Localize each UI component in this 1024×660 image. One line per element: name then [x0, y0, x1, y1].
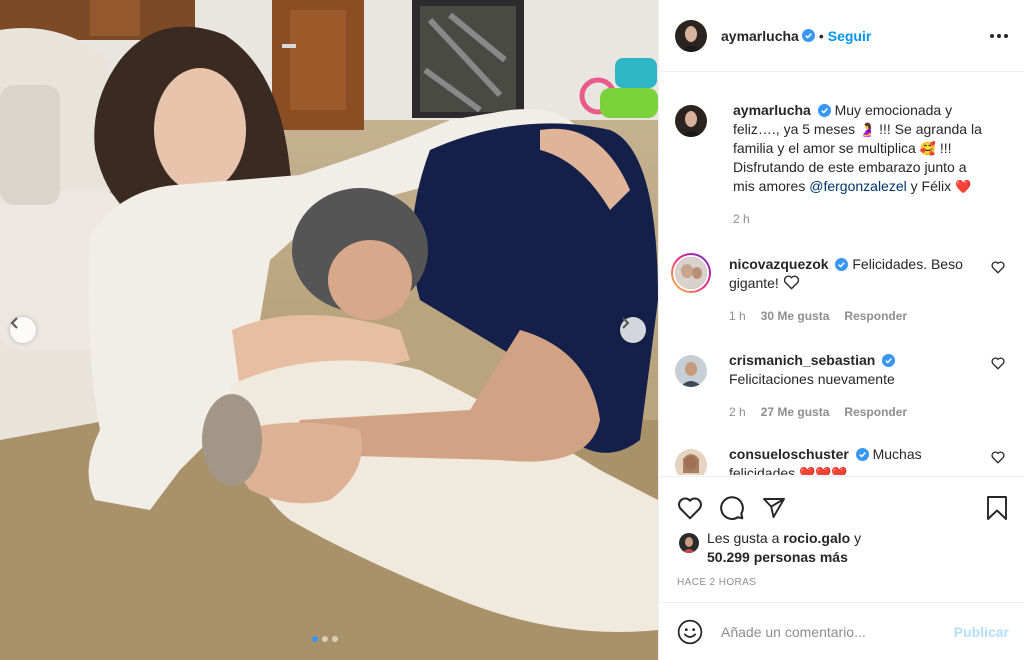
- comment-username[interactable]: consueloschuster: [729, 446, 849, 462]
- publish-button[interactable]: Publicar: [954, 624, 1009, 640]
- comment-like-count[interactable]: 30 Me gusta: [761, 307, 830, 326]
- comment-icon[interactable]: [719, 495, 745, 521]
- commenter-avatar[interactable]: [675, 449, 707, 475]
- pregnant-emoji: 🤰: [859, 122, 876, 137]
- likes-count-link[interactable]: 50.299 personas más: [707, 549, 848, 565]
- caption-username[interactable]: aymarlucha: [733, 102, 811, 118]
- carousel-dot: [312, 636, 318, 642]
- mention-link[interactable]: @fergonzalezel: [809, 178, 907, 194]
- post-actions: Les gusta a rocio.galo y 50.299 personas…: [659, 476, 1024, 602]
- carousel-next-button[interactable]: [620, 317, 646, 343]
- separator-dot: •: [818, 27, 824, 44]
- bookmark-icon[interactable]: [985, 495, 1009, 521]
- author-avatar[interactable]: [675, 19, 707, 52]
- comment-time[interactable]: 1 h: [729, 307, 746, 326]
- reply-button[interactable]: Responder: [844, 403, 907, 422]
- carousel-prev-button[interactable]: [10, 317, 36, 343]
- heart-outline-icon: [783, 275, 799, 290]
- comment-item: consueloschuster Muchas felicidades ❤️❤️…: [675, 445, 1005, 475]
- likes-prefix: Les gusta a: [707, 530, 780, 546]
- like-comment-icon[interactable]: [991, 357, 1005, 370]
- red-heart-emoji: ❤️: [954, 179, 972, 194]
- comment-text: Felicitaciones nuevamente: [729, 371, 895, 387]
- share-icon[interactable]: [761, 496, 787, 520]
- avatar-image: [675, 105, 707, 137]
- like-comment-icon[interactable]: [991, 261, 1005, 274]
- commenter-avatar[interactable]: [675, 355, 707, 387]
- post-caption: aymarlucha Muy emocionada y feliz…., ya …: [675, 101, 1005, 229]
- avatar-image: [675, 355, 707, 387]
- comments-list[interactable]: aymarlucha Muy emocionada y feliz…., ya …: [659, 79, 1024, 475]
- avatar-image: [675, 19, 707, 52]
- comment-username[interactable]: nicovazquezok: [729, 256, 829, 272]
- avatar-image: [675, 449, 707, 475]
- heart-icon[interactable]: [677, 496, 703, 520]
- chevron-right-icon: [622, 317, 630, 329]
- comment-meta: 1 h 30 Me gusta Responder: [729, 307, 979, 326]
- verified-icon: [801, 29, 815, 42]
- like-comment-icon[interactable]: [991, 451, 1005, 464]
- likes-conj: y: [854, 530, 862, 546]
- comment-like-count[interactable]: 27 Me gusta: [761, 403, 830, 422]
- likes-summary: Les gusta a rocio.galo y 50.299 personas…: [659, 525, 1024, 567]
- smiling-hearts-emoji: 🥰: [919, 141, 936, 156]
- avatar-image: [679, 533, 699, 553]
- action-bar: [659, 477, 1024, 525]
- chevron-left-icon: [10, 317, 18, 329]
- follow-button[interactable]: Seguir: [828, 28, 872, 44]
- comment-username[interactable]: crismanich_sebastian: [729, 352, 875, 368]
- avatar-image: [675, 257, 707, 289]
- emoji-icon[interactable]: [677, 619, 703, 645]
- instagram-post: aymarlucha • Seguir aymarlucha Muy emoci…: [0, 0, 1024, 660]
- carousel-indicator: [312, 636, 338, 642]
- author-avatar[interactable]: [675, 105, 707, 137]
- post-timestamp[interactable]: HACE 2 HORAS: [659, 567, 1024, 588]
- liker-avatar[interactable]: [679, 533, 699, 553]
- liker-username[interactable]: rocio.galo: [783, 530, 850, 546]
- photo-illustration: [0, 0, 658, 660]
- comment-input[interactable]: [721, 623, 954, 640]
- caption-meta: 2 h: [733, 210, 983, 229]
- red-hearts-emoji: ❤️❤️❤️: [799, 466, 848, 476]
- post-side-panel: aymarlucha • Seguir aymarlucha Muy emoci…: [658, 0, 1024, 660]
- author-username[interactable]: aymarlucha: [721, 28, 799, 44]
- comment-meta: 2 h 27 Me gusta Responder: [729, 403, 979, 422]
- verified-icon: [855, 448, 869, 461]
- add-comment-bar: Publicar: [659, 602, 1024, 660]
- comment-item: nicovazquezok Felicidades. Beso gigante!…: [671, 253, 1005, 326]
- verified-icon: [882, 354, 896, 367]
- post-header: aymarlucha • Seguir: [659, 0, 1024, 72]
- post-photo[interactable]: [0, 0, 658, 660]
- reply-button[interactable]: Responder: [844, 307, 907, 326]
- commenter-avatar[interactable]: [671, 253, 711, 293]
- carousel-dot: [322, 636, 328, 642]
- more-options-icon[interactable]: [990, 28, 1008, 44]
- verified-icon: [817, 104, 831, 117]
- verified-icon: [835, 258, 849, 271]
- comment-time[interactable]: 2 h: [729, 403, 746, 422]
- caption-text: y Félix: [910, 178, 952, 194]
- carousel-dot: [332, 636, 338, 642]
- caption-time[interactable]: 2 h: [733, 210, 750, 229]
- comment-item: crismanich_sebastian Felicitaciones nuev…: [675, 351, 1005, 422]
